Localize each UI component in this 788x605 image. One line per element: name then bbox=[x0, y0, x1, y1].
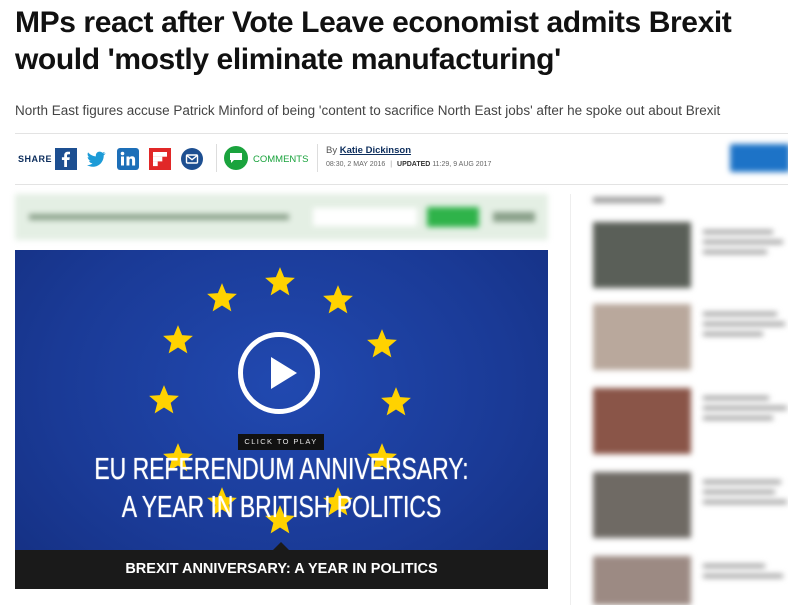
updated-date: 11:29, 9 AUG 2017 bbox=[432, 161, 492, 168]
video-title-line2: A YEAR IN BRITISH POLITICS bbox=[121, 489, 442, 524]
story-thumbnail bbox=[593, 222, 691, 288]
separator bbox=[216, 144, 217, 172]
separator bbox=[317, 144, 318, 172]
flipboard-icon[interactable] bbox=[149, 148, 171, 170]
story-thumbnail bbox=[593, 556, 691, 605]
comments-icon[interactable] bbox=[224, 146, 248, 170]
updated-label: UPDATED bbox=[397, 161, 431, 168]
story-title-line bbox=[703, 574, 783, 578]
click-to-play-label[interactable]: CLICK TO PLAY bbox=[238, 434, 324, 450]
follow-button[interactable] bbox=[730, 144, 788, 172]
story-title-line bbox=[703, 332, 763, 336]
story-title-line bbox=[703, 230, 773, 234]
story-thumbnail bbox=[593, 304, 691, 370]
story-title-line bbox=[703, 406, 787, 410]
eu-star-icon bbox=[265, 267, 295, 296]
sidebar-story[interactable] bbox=[593, 388, 788, 454]
story-title-line bbox=[703, 416, 773, 420]
caption-pointer bbox=[273, 542, 289, 550]
publish-dates: 08:30, 2 MAY 2016 | UPDATED 11:29, 9 AUG… bbox=[326, 161, 491, 168]
sidebar-divider bbox=[570, 194, 571, 605]
video-caption: BREXIT ANNIVERSARY: A YEAR IN POLITICS bbox=[125, 561, 438, 577]
video-player[interactable]: CLICK TO PLAY EU REFERENDUM ANNIVERSARY:… bbox=[15, 250, 548, 589]
newsletter-promo bbox=[15, 194, 548, 240]
sidebar-story[interactable] bbox=[593, 472, 788, 538]
eu-star-icon bbox=[367, 329, 397, 358]
eu-star-icon bbox=[381, 387, 411, 416]
story-title-line bbox=[703, 312, 777, 316]
story-title-line bbox=[703, 480, 781, 484]
article-headline: MPs react after Vote Leave economist adm… bbox=[15, 6, 732, 76]
sidebar-story[interactable] bbox=[593, 304, 788, 370]
promo-text bbox=[29, 214, 289, 220]
story-title-line bbox=[703, 500, 787, 504]
facebook-icon[interactable] bbox=[55, 148, 77, 170]
twitter-icon[interactable] bbox=[85, 148, 107, 170]
story-title-line bbox=[703, 396, 769, 400]
byline-prefix: By bbox=[326, 145, 338, 156]
share-bar: SHARE COMMENTS By Katie Dickinson 08:30,… bbox=[15, 140, 788, 176]
date-separator: | bbox=[390, 161, 393, 168]
video-background bbox=[15, 250, 548, 589]
play-button[interactable] bbox=[238, 332, 320, 414]
article-standfirst: North East figures accuse Patrick Minfor… bbox=[15, 103, 721, 118]
author-link[interactable]: Katie Dickinson bbox=[340, 145, 411, 156]
story-thumbnail bbox=[593, 472, 691, 538]
sidebar-story[interactable] bbox=[593, 556, 788, 605]
share-label: SHARE bbox=[18, 154, 53, 164]
story-title-line bbox=[703, 240, 783, 244]
story-title-line bbox=[703, 322, 785, 326]
sidebar-heading bbox=[593, 197, 663, 203]
divider bbox=[15, 133, 788, 134]
comments-link[interactable]: COMMENTS bbox=[253, 154, 308, 165]
byline: By Katie Dickinson bbox=[326, 145, 411, 156]
published-date: 08:30, 2 MAY 2016 bbox=[326, 161, 386, 168]
promo-link[interactable] bbox=[493, 212, 535, 222]
eu-star-icon bbox=[163, 325, 193, 354]
linkedin-icon[interactable] bbox=[117, 148, 139, 170]
sidebar-story[interactable] bbox=[593, 222, 788, 288]
video-title-line1: EU REFERENDUM ANNIVERSARY: bbox=[94, 451, 469, 486]
email-icon[interactable] bbox=[181, 148, 203, 170]
story-title-line bbox=[703, 490, 775, 494]
story-title-line bbox=[703, 564, 765, 568]
email-input[interactable] bbox=[313, 208, 417, 226]
eu-star-icon bbox=[323, 285, 353, 314]
story-thumbnail bbox=[593, 388, 691, 454]
eu-star-icon bbox=[149, 385, 179, 414]
eu-star-icon bbox=[207, 283, 237, 312]
story-title-line bbox=[703, 250, 767, 254]
subscribe-button[interactable] bbox=[427, 207, 479, 227]
video-title: EU REFERENDUM ANNIVERSARY: A YEAR IN BRI… bbox=[84, 450, 478, 526]
video-caption-bar: BREXIT ANNIVERSARY: A YEAR IN POLITICS bbox=[15, 542, 548, 589]
sidebar-related bbox=[583, 190, 788, 605]
play-icon bbox=[271, 357, 297, 389]
divider bbox=[15, 184, 788, 185]
